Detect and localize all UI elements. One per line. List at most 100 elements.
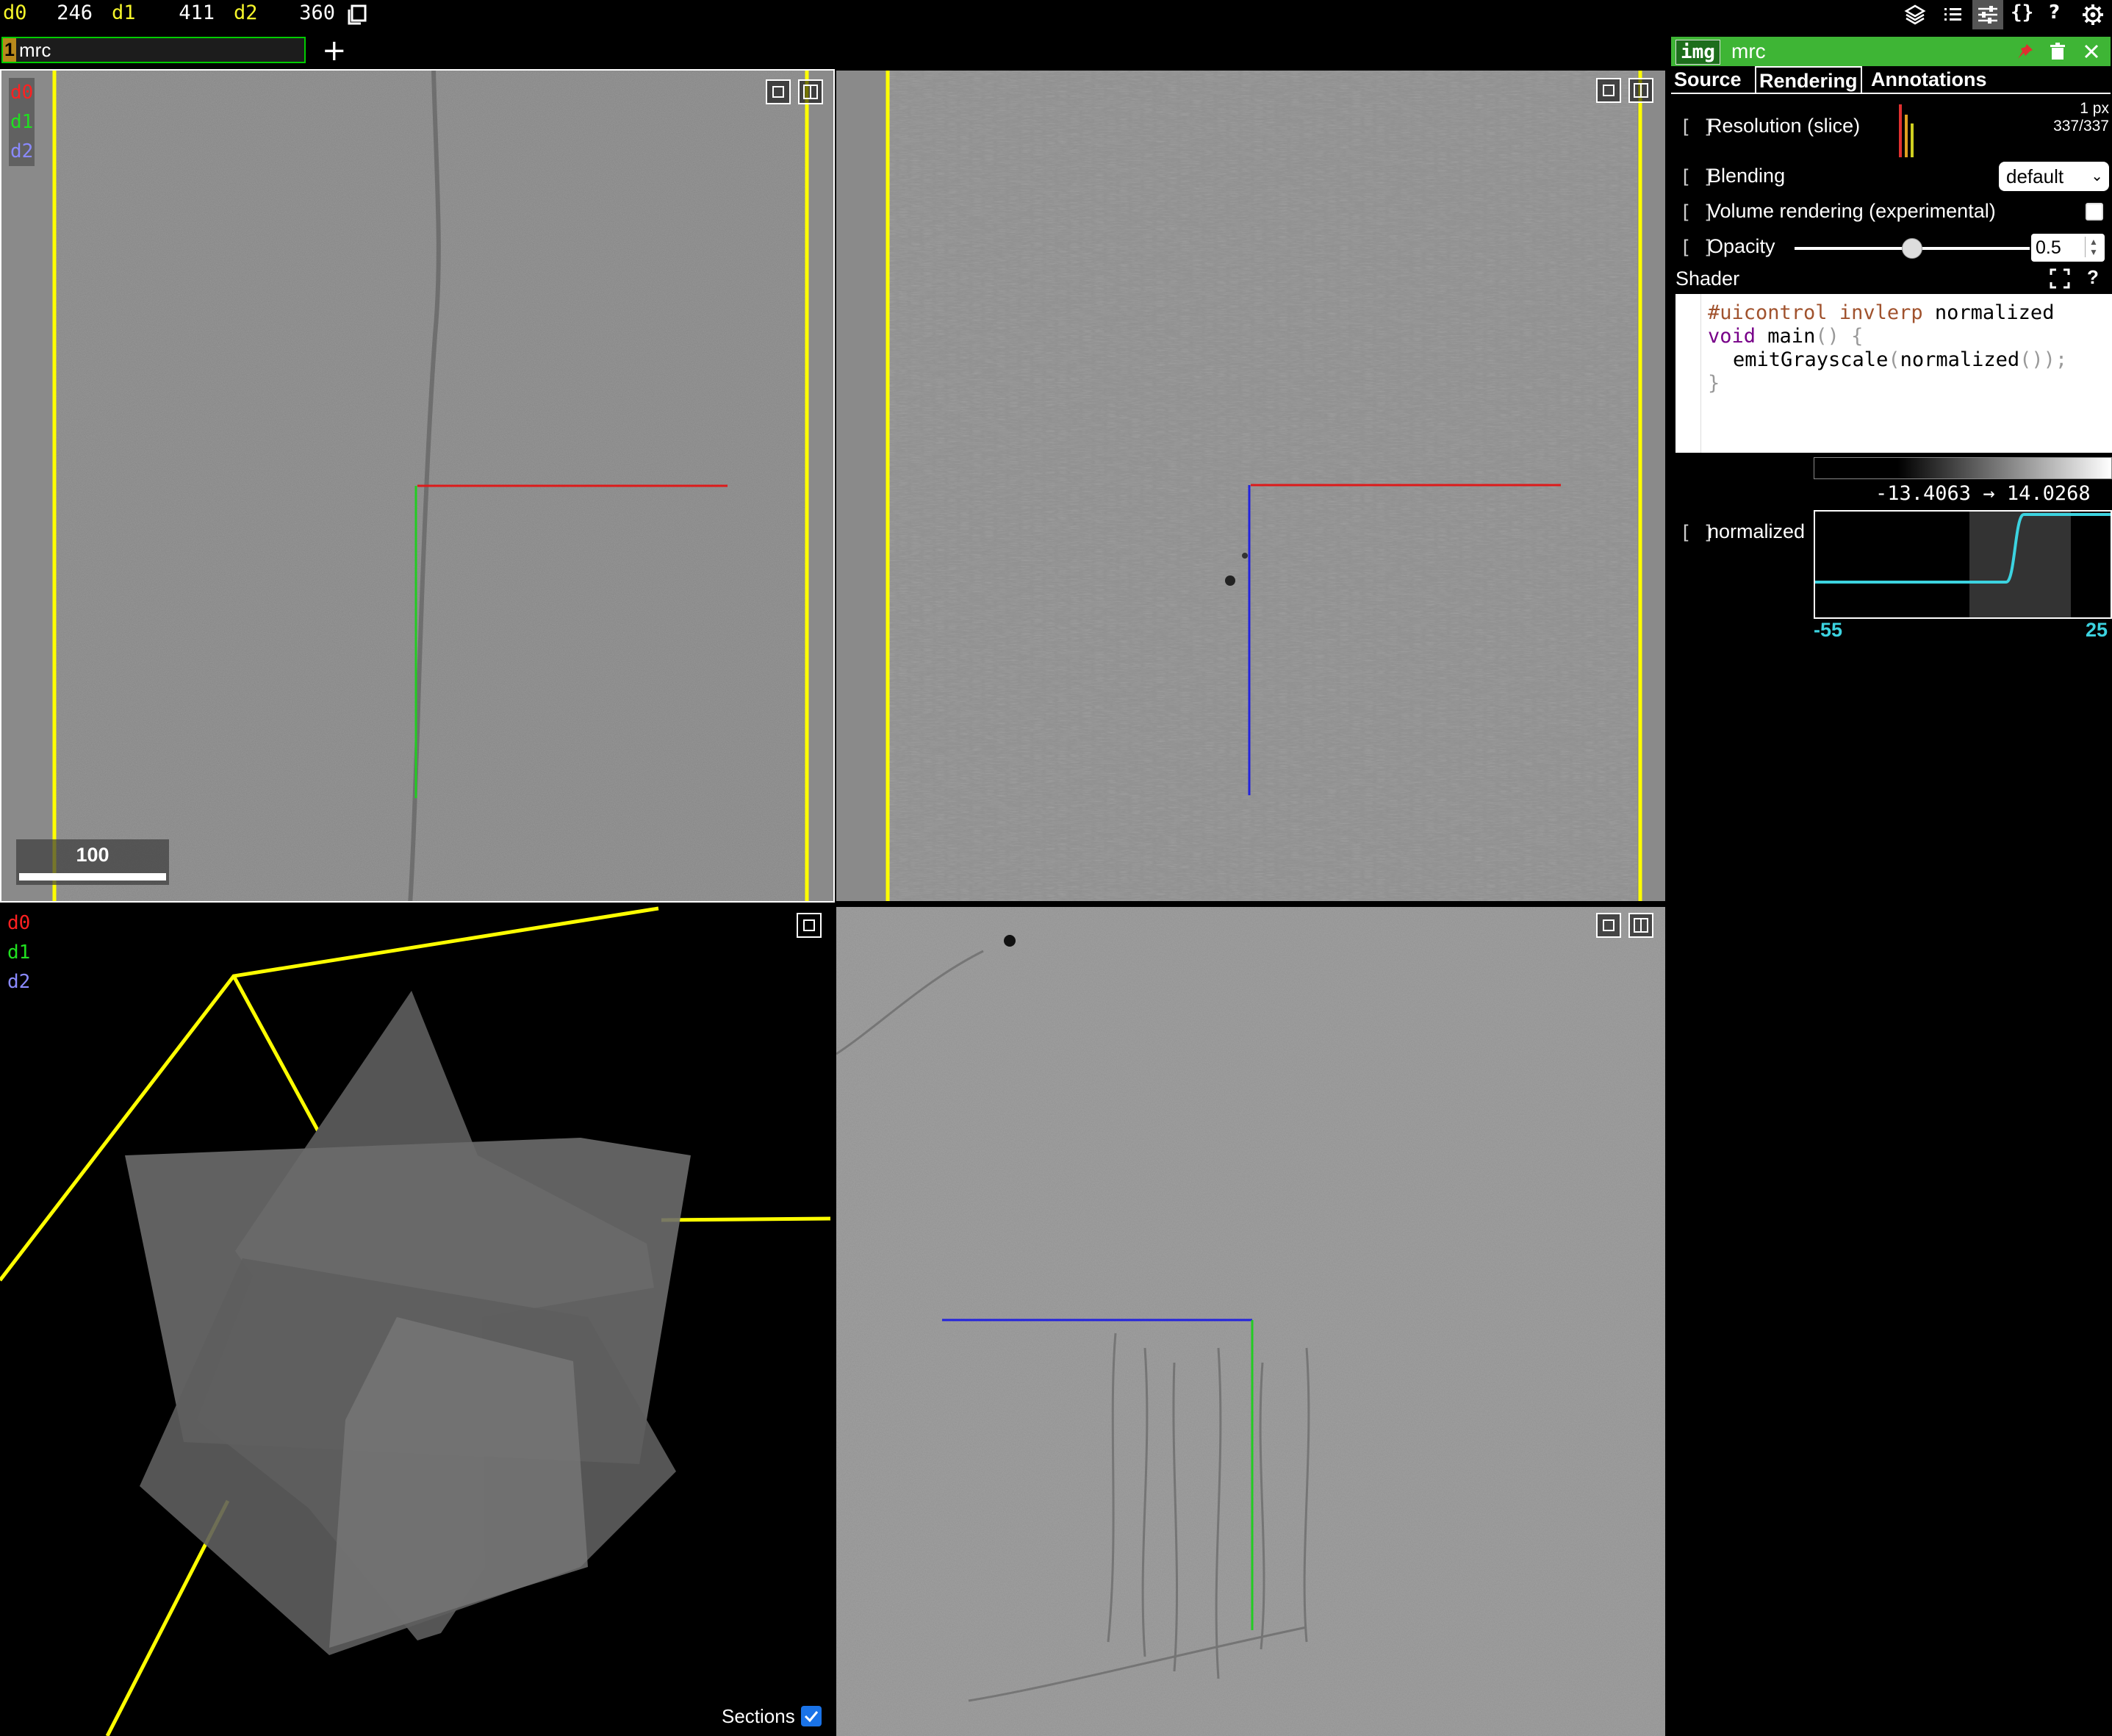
layer-bar: 1 mrc + [0, 34, 1668, 68]
panel-3d[interactable]: d0 d1 d2 [0, 905, 833, 1736]
slice-view-xz [836, 71, 1665, 901]
split-panel-button[interactable] [1628, 78, 1653, 103]
normalized-min[interactable]: -55 [1814, 619, 1842, 642]
slice-view-yz [836, 907, 1665, 1736]
range-readout[interactable]: -13.4063 → 14.0268 [1875, 482, 2091, 505]
panel-bottom-right[interactable] [836, 907, 1665, 1736]
maximize-panel-button[interactable] [1596, 913, 1621, 938]
blending-value: default [2006, 165, 2064, 187]
volume-rendering-checkbox[interactable] [2086, 203, 2103, 220]
chevron-down-icon: ⌄ [2091, 168, 2103, 184]
expand-icon[interactable] [2049, 268, 2071, 290]
axis-legend: d0 d1 d2 [7, 908, 30, 997]
code-type: invlerp [1839, 301, 1923, 324]
spinner-icon[interactable]: ▲ ▼ [2085, 237, 2102, 257]
add-layer-button[interactable]: + [322, 34, 347, 68]
code-directive: #uicontrol [1708, 301, 1828, 324]
settings-icon[interactable] [2081, 3, 2105, 26]
axis-label-d2: d2 [7, 971, 31, 993]
invlerp-histogram[interactable] [1814, 510, 2112, 619]
code-void: void [1708, 325, 1756, 348]
split-panel-button[interactable] [798, 79, 823, 104]
resolution-fraction: 337/337 [2053, 118, 2109, 134]
sections-label: Sections [722, 1705, 795, 1727]
normalized-label: normalized [1708, 520, 1806, 542]
dim-name-d2: d2 [234, 1, 258, 24]
dim-value-d0[interactable]: 246 [44, 1, 93, 24]
axis-legend: d0 d1 d2 [9, 78, 35, 166]
axis-label-d0: d0 [10, 82, 34, 104]
normalized-max[interactable]: 25 [2086, 619, 2108, 642]
maximize-panel-icon [772, 86, 784, 98]
shader-help-icon[interactable]: ? [2087, 266, 2099, 289]
code-line-4: } [1708, 372, 1720, 395]
dim-value-d1[interactable]: 411 [166, 1, 215, 24]
opacity-slider-thumb[interactable] [1902, 238, 1922, 259]
shader-editor[interactable]: #uicontrol invlerp normalized void main(… [1675, 294, 2112, 453]
pin-icon[interactable] [2015, 41, 2036, 62]
braces-icon[interactable]: {} [2011, 1, 2033, 24]
shader-label: Shader [1675, 268, 1740, 290]
sliders-button[interactable] [1972, 0, 2003, 29]
code-line-3: emitGrayscale(normalized()); [1733, 348, 2068, 371]
code-arg: normalized [1900, 348, 2020, 371]
range-min[interactable]: -13.4063 [1875, 482, 1971, 505]
scale-bar-label: 100 [76, 844, 109, 866]
code-rest: () { [1815, 325, 1864, 348]
editor-gutter [1675, 294, 1701, 453]
check-icon [804, 1711, 819, 1723]
layer-side-panel: img mrc Source Rendering Annotations [ ]… [1670, 34, 2112, 1736]
maximize-panel-icon [803, 919, 815, 931]
blending-select[interactable]: default ⌄ [1999, 162, 2109, 191]
resolution-bars [1899, 104, 1914, 157]
side-panel-header: img mrc [1671, 37, 2111, 66]
copy-icon[interactable] [345, 3, 369, 26]
invlerp-curve [1815, 512, 2111, 617]
code-fn: main [1767, 325, 1816, 348]
side-layer-name[interactable]: mrc [1731, 37, 1766, 66]
layers-icon[interactable] [1903, 3, 1927, 26]
range-max[interactable]: 14.0268 [2007, 482, 2091, 505]
axis-label-d0: d0 [7, 912, 31, 934]
dim-name-d0: d0 [3, 1, 27, 24]
dim-value-d2[interactable]: 360 [287, 1, 335, 24]
volume-rendering-label: Volume rendering (experimental) [1708, 200, 1996, 222]
help-icon[interactable]: ? [2049, 1, 2060, 24]
trash-icon[interactable] [2047, 41, 2068, 62]
colormap-bar [1814, 457, 2112, 479]
code-call: emitGrayscale [1733, 348, 1889, 371]
layer-name: mrc [19, 39, 51, 61]
maximize-panel-button[interactable] [766, 79, 791, 104]
position-bar: d0 246 d1 411 d2 360 {} ? [0, 0, 2112, 29]
tab-source[interactable]: Source [1671, 66, 1745, 93]
tab-rendering[interactable]: Rendering [1755, 66, 1862, 94]
maximize-panel-icon [1603, 919, 1614, 931]
layer-chip-mrc[interactable]: 1 mrc [1, 37, 306, 63]
slice-view-xy [1, 71, 833, 901]
range-arrow-icon: → [1983, 482, 1995, 505]
panel-top-right[interactable] [836, 71, 1665, 901]
list-icon[interactable] [1942, 3, 1965, 26]
panel-top-left[interactable]: d0 d1 d2 100 [0, 69, 835, 903]
3d-view [0, 906, 831, 1736]
code-line-1: #uicontrol invlerp normalized [1708, 301, 2054, 324]
resolution-px: 1 px [2080, 100, 2109, 117]
layer-number: 1 [3, 38, 16, 62]
maximize-panel-button[interactable] [797, 913, 822, 938]
sections-checkbox[interactable] [801, 1706, 822, 1726]
code-name: normalized [1934, 301, 2055, 324]
scale-bar-line [19, 873, 166, 880]
tab-annotations[interactable]: Annotations [1868, 66, 1989, 93]
split-panel-button[interactable] [1628, 913, 1653, 938]
code-rest: ()); [2019, 348, 2068, 371]
blending-label: Blending [1708, 165, 1786, 187]
close-icon[interactable] [2081, 41, 2102, 62]
resolution-label: Resolution (slice) [1708, 115, 1861, 137]
axis-label-d1: d1 [7, 941, 31, 964]
opacity-label: Opacity [1708, 235, 1775, 257]
sliders-icon [1978, 6, 1997, 24]
maximize-panel-button[interactable] [1596, 78, 1621, 103]
maximize-panel-icon [1603, 85, 1614, 96]
layer-type-badge: img [1675, 40, 1720, 65]
opacity-input[interactable]: 0.5 ▲ ▼ [2031, 234, 2105, 262]
